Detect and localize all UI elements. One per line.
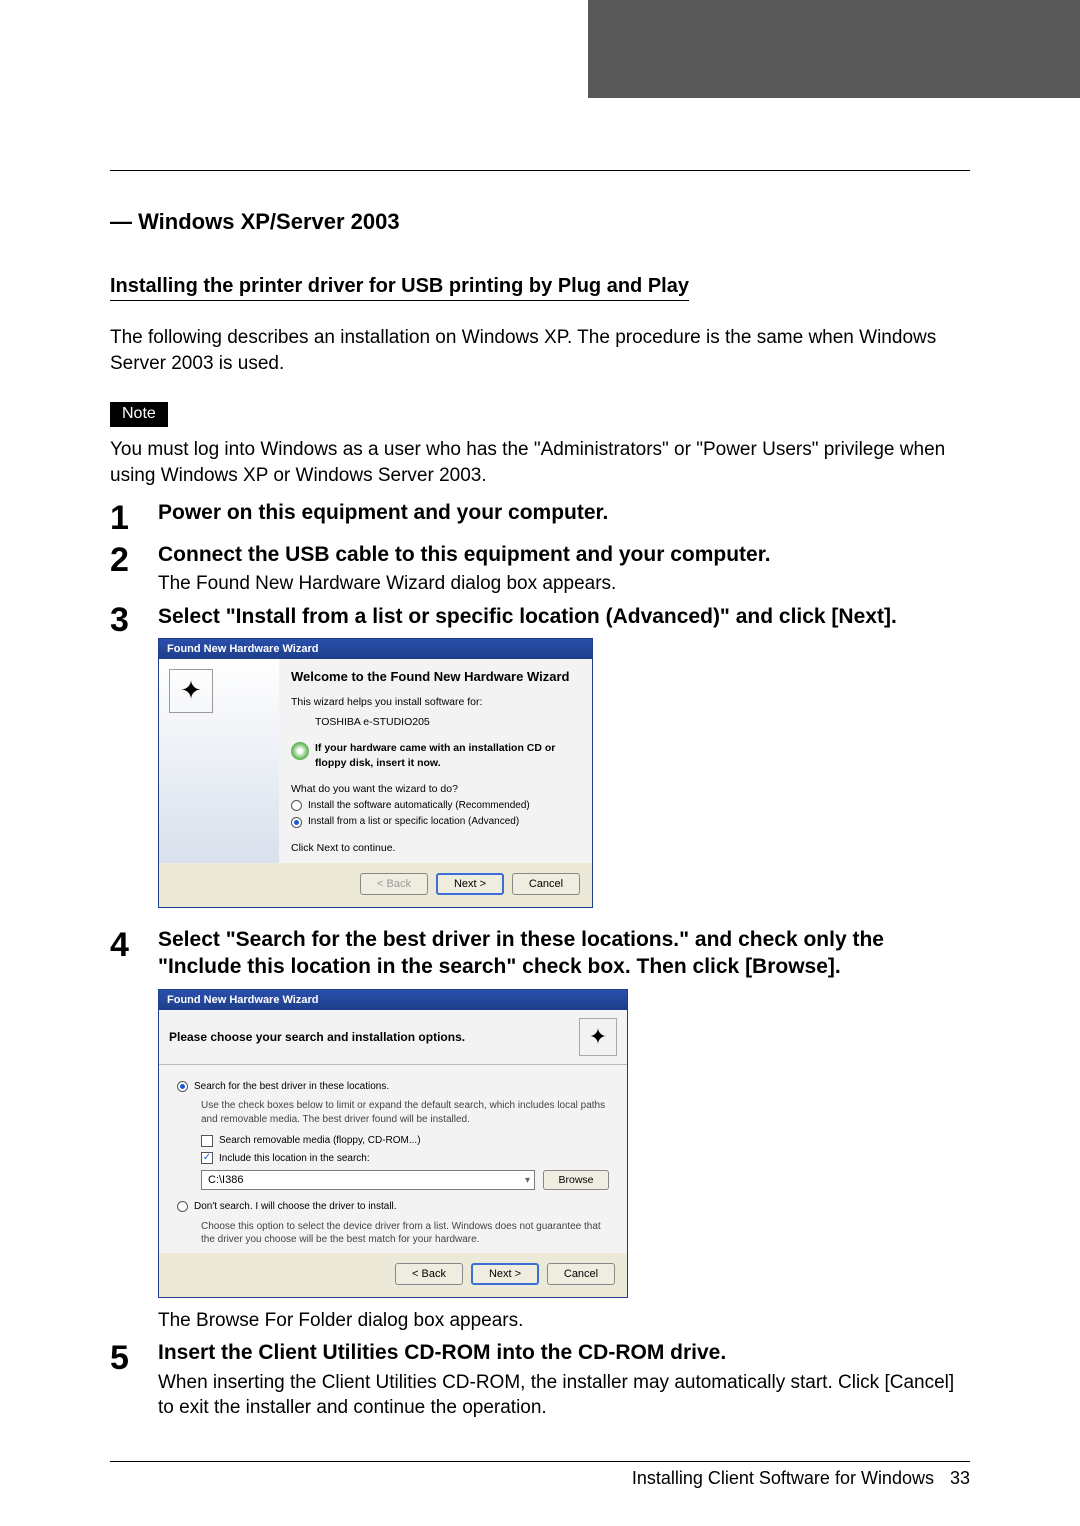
checkbox-search-removable[interactable]: Search removable media (floppy, CD-ROM..… — [201, 1134, 609, 1148]
dialog2-dont-hint: Choose this option to select the device … — [201, 1220, 609, 1247]
header-stripe — [588, 0, 1080, 98]
radio-advanced-label: Install from a list or specific location… — [308, 815, 519, 829]
checkbox-icon: ✓ — [201, 1152, 213, 1164]
step-number-4: 4 — [110, 926, 158, 1333]
radio-search-locations[interactable]: Search for the best driver in these loca… — [177, 1080, 609, 1094]
found-new-hardware-dialog-search-options: Found New Hardware Wizard Please choose … — [158, 989, 628, 1298]
checkbox-removable-label: Search removable media (floppy, CD-ROM..… — [219, 1134, 421, 1148]
radio-search-label: Search for the best driver in these loca… — [194, 1080, 389, 1094]
step-2-body: The Found New Hardware Wizard dialog box… — [158, 571, 970, 597]
dialog1-sidebar: ✦ — [159, 659, 279, 863]
step-number-5: 5 — [110, 1339, 158, 1421]
radio-dont-search[interactable]: Don't search. I will choose the driver t… — [177, 1200, 609, 1214]
header-band — [0, 0, 1080, 98]
dialog1-device-name: TOSHIBA e-STUDIO205 — [315, 715, 580, 729]
checkbox-icon — [201, 1135, 213, 1147]
step-5-title: Insert the Client Utilities CD-ROM into … — [158, 1339, 970, 1366]
dialog2-search-hint: Use the check boxes below to limit or ex… — [201, 1099, 609, 1126]
step-2-title: Connect the USB cable to this equipment … — [158, 541, 970, 568]
checkbox-include-label: Include this location in the search: — [219, 1152, 370, 1166]
cancel-button[interactable]: Cancel — [547, 1263, 615, 1285]
note-label: Note — [110, 402, 168, 427]
radio-icon — [291, 817, 302, 828]
next-button[interactable]: Next > — [471, 1263, 539, 1285]
step-number-2: 2 — [110, 541, 158, 597]
dialog1-question: What do you want the wizard to do? — [291, 782, 580, 796]
hardware-icon: ✦ — [169, 669, 213, 713]
intro-paragraph: The following describes an installation … — [110, 325, 970, 376]
path-combobox[interactable]: C:\I386 ▾ — [201, 1170, 535, 1190]
hardware-icon: ✦ — [579, 1018, 617, 1056]
dialog2-title-bar: Found New Hardware Wizard — [159, 990, 627, 1010]
radio-auto-install[interactable]: Install the software automatically (Reco… — [291, 799, 580, 813]
path-value: C:\I386 — [208, 1174, 243, 1186]
back-button[interactable]: < Back — [360, 873, 428, 895]
dialog1-helptext: This wizard helps you install software f… — [291, 695, 580, 709]
cancel-button[interactable]: Cancel — [512, 873, 580, 895]
step-4-title: Select "Search for the best driver in th… — [158, 926, 970, 981]
dialog1-cd-hint-row: If your hardware came with an installati… — [291, 741, 580, 769]
subsection-heading: Installing the printer driver for USB pr… — [110, 275, 689, 301]
top-horizontal-rule — [110, 170, 970, 171]
radio-icon — [177, 1081, 188, 1092]
dialog2-heading: Please choose your search and installati… — [169, 1030, 465, 1044]
note-paragraph: You must log into Windows as a user who … — [110, 437, 970, 488]
step-number-1: 1 — [110, 499, 158, 535]
step-3-title: Select "Install from a list or specific … — [158, 603, 970, 630]
radio-auto-label: Install the software automatically (Reco… — [308, 799, 530, 813]
radio-dont-label: Don't search. I will choose the driver t… — [194, 1200, 397, 1214]
checkbox-include-location[interactable]: ✓ Include this location in the search: — [201, 1152, 609, 1166]
dialog1-continue-text: Click Next to continue. — [291, 841, 580, 855]
page-number: 33 — [950, 1468, 970, 1489]
chevron-down-icon[interactable]: ▾ — [525, 1175, 530, 1186]
step-5-body: When inserting the Client Utilities CD-R… — [158, 1370, 970, 1421]
back-button[interactable]: < Back — [395, 1263, 463, 1285]
radio-icon — [291, 800, 302, 811]
step-1-title: Power on this equipment and your compute… — [158, 499, 970, 526]
dialog1-title-bar: Found New Hardware Wizard — [159, 639, 592, 659]
radio-icon — [177, 1201, 188, 1212]
found-new-hardware-dialog-welcome: Found New Hardware Wizard ✦ Welcome to t… — [158, 638, 593, 908]
dialog1-cd-hint: If your hardware came with an installati… — [315, 741, 580, 769]
browse-button[interactable]: Browse — [543, 1170, 609, 1190]
cd-icon — [291, 742, 309, 760]
footer-text: Installing Client Software for Windows — [632, 1468, 934, 1489]
step-number-3: 3 — [110, 603, 158, 927]
dialog1-heading: Welcome to the Found New Hardware Wizard — [291, 669, 580, 685]
next-button[interactable]: Next > — [436, 873, 504, 895]
step-4-caption: The Browse For Folder dialog box appears… — [158, 1308, 970, 1334]
radio-advanced-install[interactable]: Install from a list or specific location… — [291, 815, 580, 829]
section-heading: — Windows XP/Server 2003 — [110, 209, 970, 235]
